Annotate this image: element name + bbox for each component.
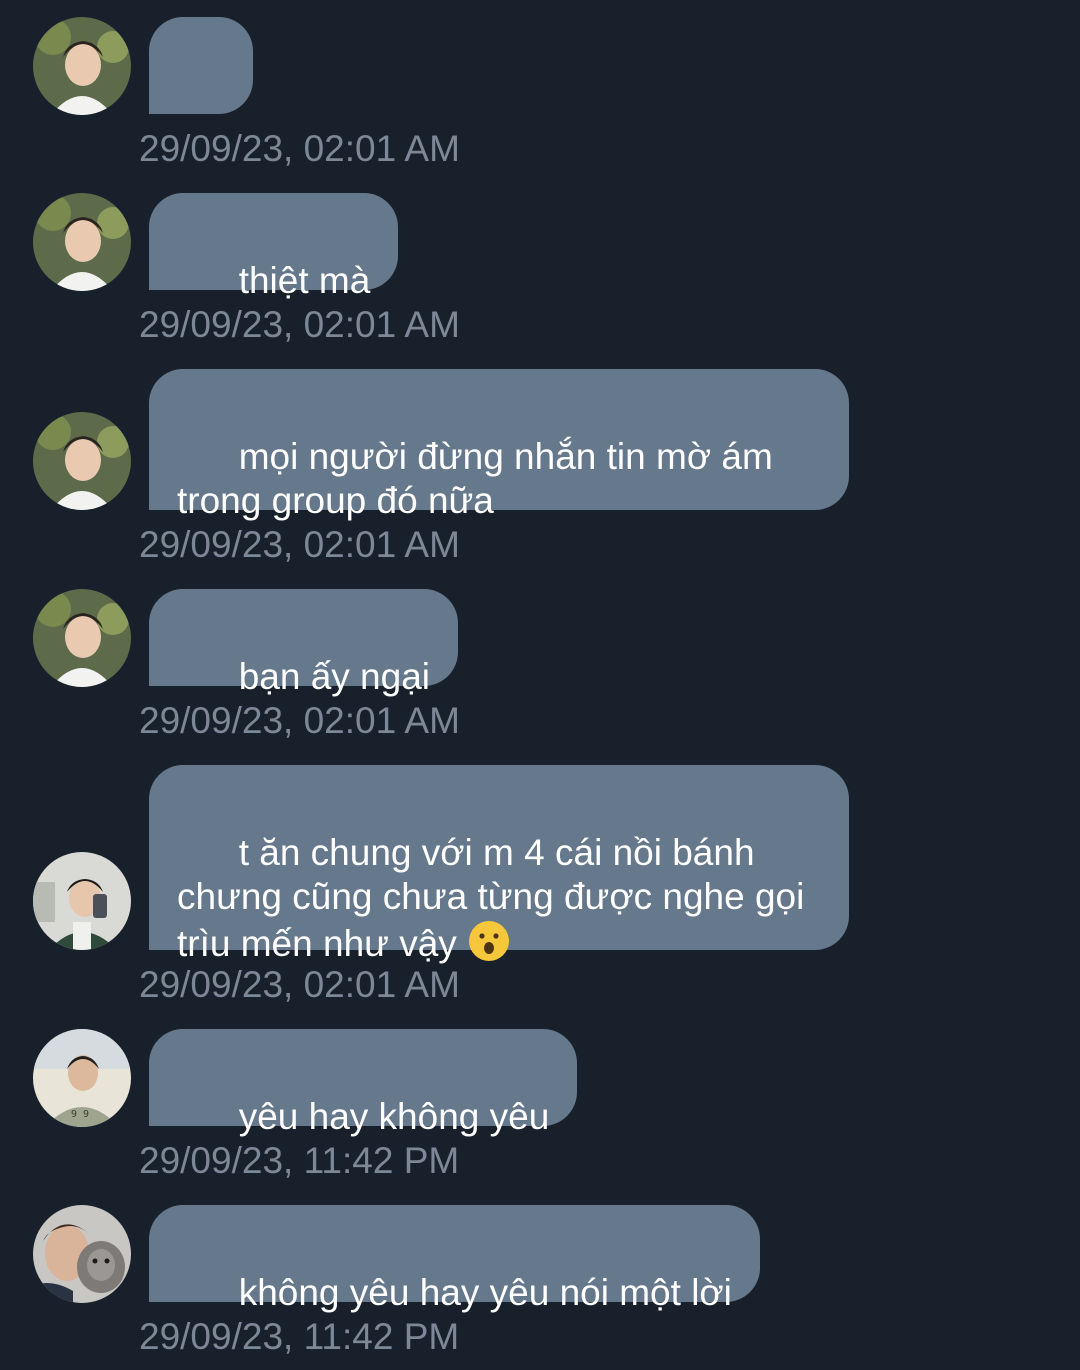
message-bubble[interactable]: [149, 17, 253, 257]
avatar-photo-user-a: [33, 589, 131, 687]
message-bubble[interactable]: yêu hay không yêu: [149, 1029, 578, 1137]
avatar-photo-user-d: [33, 1205, 131, 1303]
message-timestamp: 29/09/23, 02:01 AM: [139, 524, 460, 565]
message-timestamp: 29/09/23, 02:01 AM: [139, 700, 460, 741]
avatar[interactable]: [33, 852, 131, 950]
message-bubble[interactable]: bạn ấy ngại: [149, 589, 459, 697]
message-bubble[interactable]: không yêu hay yêu nói một lời: [149, 1205, 760, 1313]
message-text: thiệt mà: [238, 260, 371, 301]
message-timestamp: 29/09/23, 11:42 PM: [139, 1316, 460, 1357]
avatar-photo-user-b: [33, 852, 131, 950]
message-text: bạn ấy ngại: [238, 656, 431, 697]
svg-text:9 9: 9 9: [71, 1109, 89, 1120]
avatar-photo-user-a: [33, 412, 131, 510]
avatar[interactable]: [33, 412, 131, 510]
chat-thread: 29/09/23, 02:01 AM thiệt mà 29/09/23, 02…: [0, 0, 1080, 1370]
message-timestamp: 29/09/23, 02:01 AM: [139, 128, 460, 169]
message-timestamp: 29/09/23, 02:01 AM: [139, 304, 460, 345]
message-text: mọi người đừng nhắn tin mờ ám trong grou…: [177, 436, 773, 521]
avatar[interactable]: [33, 589, 131, 687]
message-timestamp: 29/09/23, 11:42 PM: [139, 1140, 460, 1181]
frowning-open-mouth-face-icon: [467, 919, 511, 973]
avatar-photo-user-c: 9 9: [33, 1029, 131, 1127]
avatar-photo-user-a: [33, 17, 131, 115]
message-bubble[interactable]: t ăn chung với m 4 cái nồi bánh chưng cũ…: [149, 765, 849, 964]
message-text: yêu hay không yêu: [238, 1096, 550, 1137]
avatar[interactable]: 9 9: [33, 1029, 131, 1127]
avatar-photo-user-a: [33, 193, 131, 291]
avatar[interactable]: [33, 193, 131, 291]
message-text: không yêu hay yêu nói một lời: [238, 1272, 732, 1313]
message-bubble[interactable]: thiệt mà: [149, 193, 399, 301]
avatar[interactable]: [33, 17, 131, 115]
message-timestamp: 29/09/23, 02:01 AM: [139, 964, 460, 1005]
message-bubble[interactable]: mọi người đừng nhắn tin mờ ám trong grou…: [149, 369, 849, 521]
avatar[interactable]: [33, 1205, 131, 1303]
